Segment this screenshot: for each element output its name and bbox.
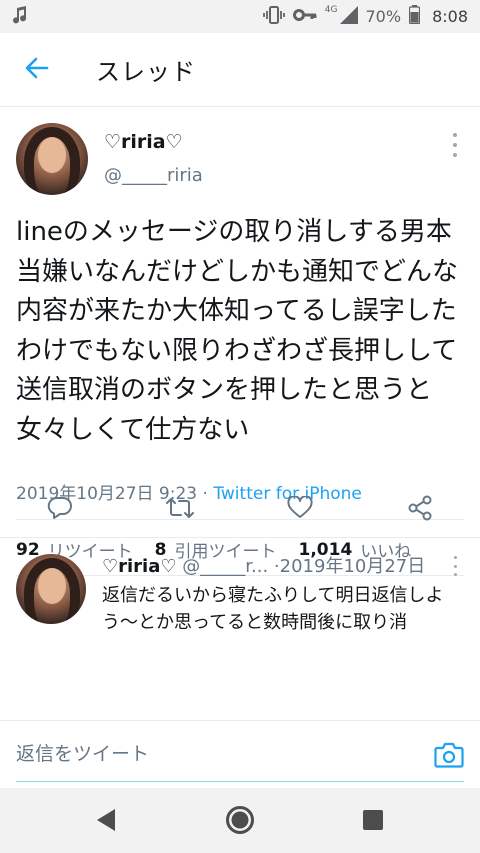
reply-tweet[interactable]: ♡riria♡ @_____r... ·2019年10月27日 返信だるいから寝… (0, 537, 480, 737)
reply-more-options-button[interactable] (448, 556, 462, 576)
system-nav-bar (0, 788, 480, 853)
retweet-button[interactable] (155, 485, 205, 535)
nav-recents-button[interactable] (353, 802, 393, 842)
reply-input[interactable]: 返信をツイート (16, 731, 416, 777)
signal-icon (339, 5, 358, 28)
circle-home-icon (225, 805, 255, 839)
battery-percent: 70% (365, 7, 402, 26)
heart-icon (287, 495, 313, 524)
author-name[interactable]: ♡riria♡ (104, 131, 183, 153)
camera-button[interactable] (434, 741, 464, 771)
reply-author-name[interactable]: ♡riria♡ (102, 556, 177, 577)
key-icon (292, 7, 317, 26)
like-button[interactable] (275, 485, 325, 535)
reply-button[interactable] (35, 485, 85, 535)
back-arrow-icon (25, 57, 49, 83)
reply-text: 返信だるいから寝たふりして明日返信しよう〜とか思ってると数時間後に取り消 (102, 585, 444, 633)
reply-header: ♡riria♡ @_____r... ·2019年10月27日 (102, 552, 425, 578)
network-type: 4G (324, 4, 338, 15)
share-icon (407, 495, 433, 525)
camera-icon (434, 742, 464, 773)
reply-icon (47, 496, 73, 524)
battery-icon (408, 5, 421, 28)
avatar[interactable] (16, 554, 86, 624)
square-recents-icon (362, 809, 384, 835)
reply-date: 2019年10月27日 (279, 556, 426, 577)
vibrate-icon (262, 5, 285, 28)
retweet-icon (165, 496, 195, 524)
tweet-text: lineのメッセージの取り消しする男本当嫌いなんだけどしかも通知でどんな内容が来… (16, 217, 459, 445)
clock: 8:08 (432, 7, 468, 26)
back-button[interactable] (0, 33, 74, 107)
music-notification-icon (12, 5, 28, 28)
status-bar: 4G 70% 8:08 (0, 0, 480, 33)
author-handle[interactable]: @_____riria (104, 165, 203, 186)
share-button[interactable] (395, 485, 445, 535)
reply-input-underline (16, 781, 464, 782)
tweet-actions (0, 485, 480, 535)
nav-home-button[interactable] (220, 802, 260, 842)
reply-bar: 返信をツイート (0, 720, 480, 788)
triangle-back-icon (95, 807, 117, 837)
reply-author-handle[interactable]: @_____r... (182, 556, 268, 577)
app-header: スレッド (0, 33, 480, 107)
more-options-button[interactable] (448, 133, 462, 157)
nav-back-button[interactable] (86, 802, 126, 842)
avatar[interactable] (16, 123, 88, 195)
page-title: スレッド (96, 58, 196, 86)
